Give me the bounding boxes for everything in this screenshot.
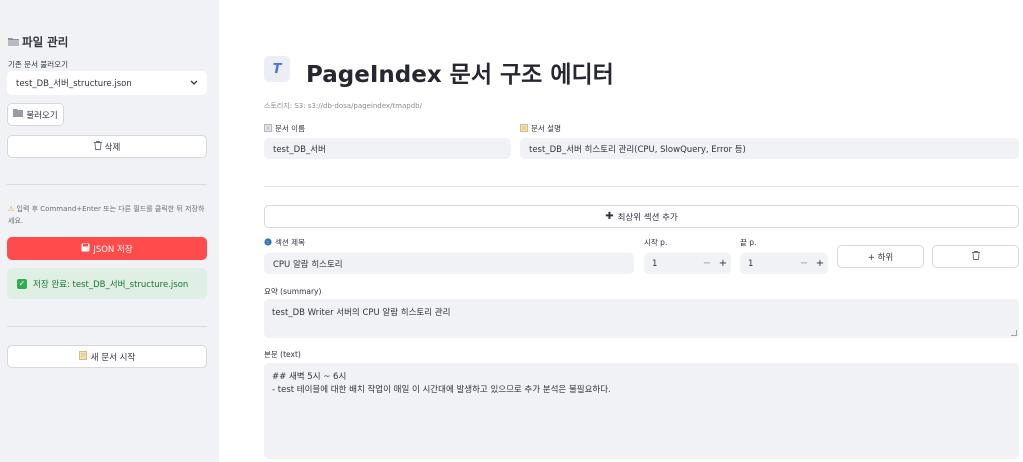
end-page-stepper[interactable]: 1 − + bbox=[740, 253, 828, 274]
chevron-down-icon bbox=[190, 78, 198, 88]
minus-icon[interactable]: − bbox=[699, 258, 715, 269]
summary-label: 요약 (summary) bbox=[264, 287, 322, 296]
summary-text: test_DB Writer 서버의 CPU 알람 히스토리 관리 bbox=[272, 308, 451, 318]
load-button-label: 불러오기 bbox=[26, 110, 58, 121]
doc-name-label-text: 문서 이름 bbox=[275, 124, 305, 133]
section-title-label-text: 섹션 제목 bbox=[275, 238, 305, 247]
body-text-line: ## 새벽 5시 ~ 6시 bbox=[272, 372, 347, 382]
trash-icon bbox=[971, 250, 980, 263]
body-text-line: - test 테이블에 대한 배치 작업이 매일 이 시간대에 발생하고 있으므… bbox=[272, 385, 611, 395]
add-subsection-button[interactable]: + 하위 bbox=[837, 245, 924, 268]
pageindex-logo-icon: T bbox=[264, 56, 290, 82]
warning-icon: ⚠ bbox=[8, 205, 15, 213]
summary-textarea[interactable]: test_DB Writer 서버의 CPU 알람 히스토리 관리 bbox=[264, 299, 1019, 338]
storage-path: 스토리지: S3: s3://db-dosa/pageindex/tmapdb/ bbox=[264, 102, 422, 110]
section-title-label: 섹션 제목 bbox=[264, 237, 305, 248]
doc-name-label: 문서 이름 bbox=[264, 123, 305, 134]
sidebar-title: 파일 관리 bbox=[8, 34, 68, 50]
end-page-label: 끝 p. bbox=[740, 238, 757, 247]
folder-open-icon bbox=[13, 109, 24, 120]
delete-button-label: 삭제 bbox=[104, 142, 121, 153]
delete-section-button[interactable] bbox=[932, 245, 1019, 268]
end-page-value: 1 bbox=[748, 258, 754, 269]
load-doc-label: 기존 문서 불러오기 bbox=[8, 60, 68, 69]
minus-icon[interactable]: − bbox=[796, 258, 812, 269]
plus-icon: ✚ bbox=[605, 211, 614, 222]
delete-button[interactable]: 삭제 bbox=[7, 135, 207, 158]
page-title: PageIndex 문서 구조 에디터 bbox=[306, 62, 614, 88]
start-page-stepper[interactable]: 1 − + bbox=[644, 253, 731, 274]
body-textarea[interactable]: ## 새벽 5시 ~ 6시 - test 테이블에 대한 배치 작업이 매일 이… bbox=[264, 363, 1019, 459]
sidebar: 파일 관리 기존 문서 불러오기 test_DB_서버_structure.js… bbox=[0, 0, 219, 462]
globe-icon bbox=[264, 237, 272, 248]
memo-icon bbox=[520, 123, 528, 134]
new-document-button[interactable]: 새 문서 시작 bbox=[7, 345, 207, 368]
selected-file-text: test_DB_서버_structure.json bbox=[16, 79, 132, 89]
check-icon: ✓ bbox=[17, 278, 27, 289]
save-icon bbox=[81, 243, 90, 255]
doc-desc-label-text: 문서 설명 bbox=[531, 124, 561, 133]
doc-name-input[interactable]: test_DB_서버 bbox=[264, 138, 511, 159]
trash-icon bbox=[93, 140, 102, 153]
save-success-alert: ✓ 저장 완료: test_DB_서버_structure.json bbox=[7, 268, 207, 299]
json-save-button[interactable]: JSON 저장 bbox=[7, 237, 207, 260]
main-content: T PageIndex 문서 구조 에디터 스토리지: S3: s3://db-… bbox=[219, 0, 1023, 462]
save-warning: ⚠ 입력 후 Command+Enter 또는 다른 필드를 클릭한 뒤 저장하… bbox=[8, 203, 210, 227]
doc-desc-input[interactable]: test_DB_서버 히스토리 관리(CPU, SlowQuery, Error… bbox=[520, 138, 1019, 159]
success-message: 저장 완료: test_DB_서버_structure.json bbox=[33, 279, 189, 290]
load-button[interactable]: 불러오기 bbox=[7, 103, 64, 126]
text-label: 본문 (text) bbox=[264, 350, 301, 359]
section-divider bbox=[264, 186, 1019, 187]
doc-desc-label: 문서 설명 bbox=[520, 123, 561, 134]
json-save-label: JSON 저장 bbox=[93, 244, 133, 255]
save-warning-text: 입력 후 Command+Enter 또는 다른 필드를 클릭한 뒤 저장하세요… bbox=[8, 205, 205, 225]
folder-icon bbox=[8, 35, 19, 49]
document-icon bbox=[264, 123, 272, 134]
start-page-value: 1 bbox=[652, 258, 658, 269]
sidebar-title-text: 파일 관리 bbox=[22, 35, 69, 49]
file-select[interactable]: test_DB_서버_structure.json bbox=[7, 71, 207, 95]
plus-icon[interactable]: + bbox=[715, 258, 731, 269]
resize-handle-icon[interactable] bbox=[1011, 330, 1017, 336]
start-page-label: 시작 p. bbox=[644, 238, 668, 247]
add-top-section-button[interactable]: ✚ 최상위 섹션 추가 bbox=[264, 205, 1019, 228]
section-title-input[interactable]: CPU 알람 히스토리 bbox=[264, 253, 634, 274]
sidebar-divider bbox=[7, 184, 207, 185]
add-top-section-label: 최상위 섹션 추가 bbox=[617, 212, 678, 223]
sidebar-divider bbox=[7, 326, 207, 327]
new-document-label: 새 문서 시작 bbox=[90, 352, 136, 363]
memo-icon bbox=[78, 350, 88, 363]
plus-icon[interactable]: + bbox=[812, 258, 828, 269]
